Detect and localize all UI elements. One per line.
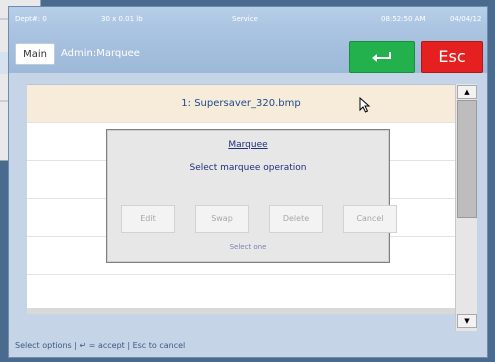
time-readout: 08:52:50 AM	[381, 15, 426, 23]
status-bar-text: Select options | ↵ = accept | Esc to can…	[15, 341, 186, 350]
list-item[interactable]: 1: Supersaver_320.bmp	[27, 85, 455, 123]
enter-arrow-icon	[372, 52, 391, 62]
list-scrollbar[interactable]: ▲ ▼	[455, 84, 477, 331]
dialog-title: Marquee	[228, 140, 268, 150]
main-button[interactable]: Main	[15, 43, 55, 65]
list-footer-strip	[27, 308, 455, 314]
dept-readout: Dept#: 0	[15, 15, 47, 23]
swap-button[interactable]: Swap	[195, 205, 249, 233]
page-title: Admin:Marquee	[61, 48, 140, 59]
dialog-message: Select marquee operation	[189, 163, 307, 173]
scale-app-window: Dept#: 0 30 x 0.01 lb Service 08:52:50 A…	[8, 6, 488, 358]
scroll-down-icon[interactable]: ▼	[457, 314, 477, 328]
marquee-dialog: Marquee Select marquee operation Edit Sw…	[106, 129, 397, 263]
enter-button[interactable]	[349, 41, 415, 73]
weight-readout: 30 x 0.01 lb	[101, 15, 143, 23]
delete-button[interactable]: Delete	[269, 205, 323, 233]
scrollbar-thumb[interactable]	[457, 100, 477, 218]
edit-button[interactable]: Edit	[121, 205, 175, 233]
date-readout: 04/04/12	[450, 15, 482, 23]
navigation-bar: Main Admin:Marquee Esc	[9, 29, 487, 73]
cancel-button[interactable]: Cancel	[343, 205, 397, 233]
esc-button[interactable]: Esc	[421, 41, 483, 73]
dialog-hint: Select one	[229, 243, 267, 251]
scroll-up-icon[interactable]: ▲	[457, 85, 477, 99]
status-titlebar: Dept#: 0 30 x 0.01 lb Service 08:52:50 A…	[9, 7, 487, 29]
mouse-pointer-icon	[359, 97, 371, 113]
mode-readout: Service	[232, 15, 258, 23]
